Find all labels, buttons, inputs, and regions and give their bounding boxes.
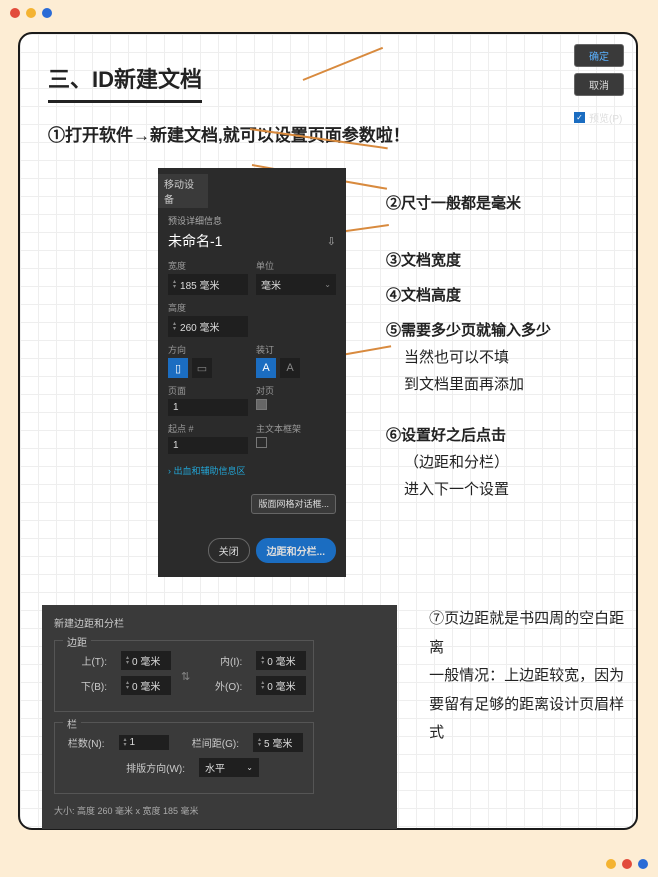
margin-top-input[interactable]: ▴▾0 毫米 — [121, 651, 171, 670]
facing-checkbox[interactable] — [256, 399, 267, 410]
unit-label: 单位 — [256, 259, 336, 272]
dot-blue — [42, 8, 52, 18]
primary-label: 主文本框架 — [256, 422, 336, 435]
annotation-2: ②尺寸一般都是毫米 — [386, 192, 551, 213]
margin-bottom-input[interactable]: ▴▾0 毫米 — [121, 676, 171, 695]
preview-checkbox[interactable]: ✓预览(P) — [574, 110, 624, 125]
height-label: 高度 — [168, 301, 336, 314]
save-preset-icon[interactable]: ⇩ — [327, 235, 336, 248]
chevron-down-icon: ⌄ — [324, 280, 331, 289]
link-margins-icon[interactable]: ⇅ — [181, 670, 190, 683]
document-name[interactable]: 未命名-1 — [168, 231, 222, 251]
pages-input[interactable]: 1 — [168, 399, 248, 416]
primary-checkbox[interactable] — [256, 437, 267, 448]
layout-grid-button[interactable]: 版面网格对话框... — [251, 494, 336, 514]
orientation-landscape-icon[interactable]: ▭ — [192, 358, 212, 378]
orientation-label: 方向 — [168, 343, 248, 356]
bleed-disclosure[interactable]: › 出血和辅助信息区 — [168, 464, 336, 477]
annotation-6: ⑥设置好之后点击 （边距和分栏） 进入下一个设置 — [386, 424, 551, 499]
annotation-5: ⑤需要多少页就输入多少 当然也可以不填 到文档里面再添加 — [386, 319, 551, 394]
width-label: 宽度 — [168, 259, 248, 272]
dot-yellow — [606, 859, 616, 869]
size-footer: 大小: 高度 260 毫米 x 宽度 185 毫米 — [54, 804, 385, 817]
dot-blue — [638, 859, 648, 869]
stepper-icon[interactable]: ▴▾ — [173, 280, 176, 290]
new-document-panel: 移动设备 预设详细信息 未命名-1 ⇩ 宽度 ▴▾185 毫米 单位 毫米⌄ 高… — [158, 168, 346, 577]
window-dots-top — [10, 8, 52, 18]
main-frame: 三、ID新建文档 ①打开软件→新建文档,就可以设置页面参数啦！ 移动设备 预设详… — [18, 32, 638, 830]
binding-rtl-icon[interactable]: A — [280, 358, 300, 378]
annotations-right: ②尺寸一般都是毫米 ③文档宽度 ④文档高度 ⑤需要多少页就输入多少 当然也可以不… — [386, 168, 551, 513]
preset-label: 预设详细信息 — [168, 214, 336, 227]
gutter-input[interactable]: ▴▾5 毫米 — [253, 733, 303, 752]
unit-select[interactable]: 毫米⌄ — [256, 274, 336, 295]
start-input[interactable]: 1 — [168, 437, 248, 454]
binding-label: 装订 — [256, 343, 336, 356]
cancel-button[interactable]: 取消 — [574, 73, 624, 96]
annotation-7: ⑦页边距就是书四周的空白距离 一般情况：上边距较宽，因为要留有足够的距离设计页眉… — [429, 605, 636, 748]
ok-button[interactable]: 确定 — [574, 44, 624, 67]
facing-label: 对页 — [256, 384, 336, 397]
width-input[interactable]: ▴▾185 毫米 — [168, 274, 248, 295]
section-title: 三、ID新建文档 — [48, 62, 202, 103]
dot-red — [10, 8, 20, 18]
margin-group-label: 边距 — [63, 634, 91, 649]
intent-tab[interactable]: 移动设备 — [158, 174, 208, 208]
margin-inside-input[interactable]: ▴▾0 毫米 — [256, 651, 306, 670]
start-label: 起点 # — [168, 422, 248, 435]
close-button[interactable]: 关闭 — [208, 538, 250, 563]
orientation-portrait-icon[interactable]: ▯ — [168, 358, 188, 378]
dot-red — [622, 859, 632, 869]
direction-select[interactable]: 水平⌄ — [199, 758, 259, 777]
dot-yellow — [26, 8, 36, 18]
annotation-4: ④文档高度 — [386, 284, 551, 305]
pages-label: 页面 — [168, 384, 248, 397]
columns-group-label: 栏 — [63, 716, 81, 731]
stepper-icon[interactable]: ▴▾ — [173, 322, 176, 332]
window-dots-bottom — [606, 859, 648, 869]
callout-line-2 — [303, 47, 383, 81]
panel2-title: 新建边距和分栏 — [54, 615, 385, 630]
columns-input[interactable]: ▴▾1 — [119, 735, 169, 750]
annotation-3: ③文档宽度 — [386, 249, 551, 270]
binding-ltr-icon[interactable]: A — [256, 358, 276, 378]
margins-columns-panel: 新建边距和分栏 确定 取消 ✓预览(P) 边距 上(T):▴▾0 毫米 下(B)… — [42, 605, 397, 829]
margins-columns-button[interactable]: 边距和分栏... — [256, 538, 336, 563]
height-input[interactable]: ▴▾260 毫米 — [168, 316, 248, 337]
margin-outside-input[interactable]: ▴▾0 毫米 — [256, 676, 306, 695]
